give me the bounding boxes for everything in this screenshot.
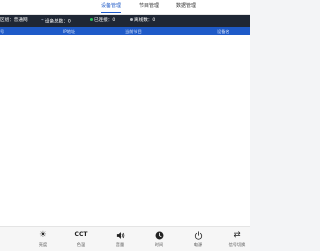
column-header-device-name[interactable]: 设备名 bbox=[217, 29, 230, 34]
status-bar: 区组：普通网 ⌁设备总数：0 已连接：0 离线数：0 bbox=[0, 15, 250, 27]
bottom-toolbar: ☀ 亮度 CCT 色温 音量 时间 电源 ⇄ 信号切换 bbox=[0, 226, 250, 251]
brightness-icon: ☀ bbox=[39, 230, 47, 240]
top-navigation: 设备管理 节目管理 数据管理 bbox=[0, 0, 250, 15]
tab-data-management[interactable]: 数据管理 bbox=[176, 3, 196, 12]
device-table-body[interactable] bbox=[0, 35, 250, 226]
offline-status: 离线数：0 bbox=[130, 18, 155, 24]
brightness-button[interactable]: ☀ 亮度 bbox=[30, 230, 56, 249]
signal-icon: ⌁ bbox=[41, 18, 44, 23]
device-total-text: 设备总数：0 bbox=[44, 19, 71, 25]
brightness-label: 亮度 bbox=[38, 242, 48, 247]
tab-device-management[interactable]: 设备管理 bbox=[101, 3, 122, 13]
group-status: 区组：普通网 bbox=[0, 18, 28, 24]
power-label: 电源 bbox=[193, 242, 203, 247]
power-button[interactable]: 电源 bbox=[185, 230, 211, 249]
offline-dot-icon bbox=[130, 18, 133, 21]
time-label: 时间 bbox=[154, 242, 164, 247]
input-switch-button[interactable]: ⇄ 信号切换 bbox=[224, 230, 250, 249]
online-status: 已连接：0 bbox=[90, 18, 115, 24]
time-button[interactable]: 时间 bbox=[146, 230, 172, 249]
table-header: 号 IP地址 当前节目 设备名 bbox=[0, 27, 250, 35]
volume-label: 音量 bbox=[115, 242, 125, 247]
color-temperature-button[interactable]: CCT 色温 bbox=[68, 230, 94, 249]
color-temperature-label: 色温 bbox=[76, 242, 86, 247]
column-header-ip[interactable]: IP地址 bbox=[63, 29, 75, 34]
online-dot-icon bbox=[90, 18, 93, 21]
column-header-number[interactable]: 号 bbox=[0, 29, 4, 34]
input-switch-label: 信号切换 bbox=[228, 242, 246, 247]
offline-text: 离线数：0 bbox=[134, 18, 156, 23]
volume-icon bbox=[114, 230, 126, 240]
online-text: 已连接：0 bbox=[94, 18, 116, 23]
tab-program-management[interactable]: 节目管理 bbox=[139, 3, 159, 12]
column-header-program[interactable]: 当前节目 bbox=[125, 29, 142, 34]
clock-icon bbox=[153, 230, 165, 240]
group-text: 区组：普通网 bbox=[0, 18, 28, 23]
device-total-status: ⌁设备总数：0 bbox=[41, 18, 71, 26]
volume-button[interactable]: 音量 bbox=[107, 230, 133, 249]
cct-icon: CCT bbox=[74, 231, 88, 238]
input-switch-icon: ⇄ bbox=[233, 230, 241, 240]
power-icon bbox=[192, 230, 204, 240]
